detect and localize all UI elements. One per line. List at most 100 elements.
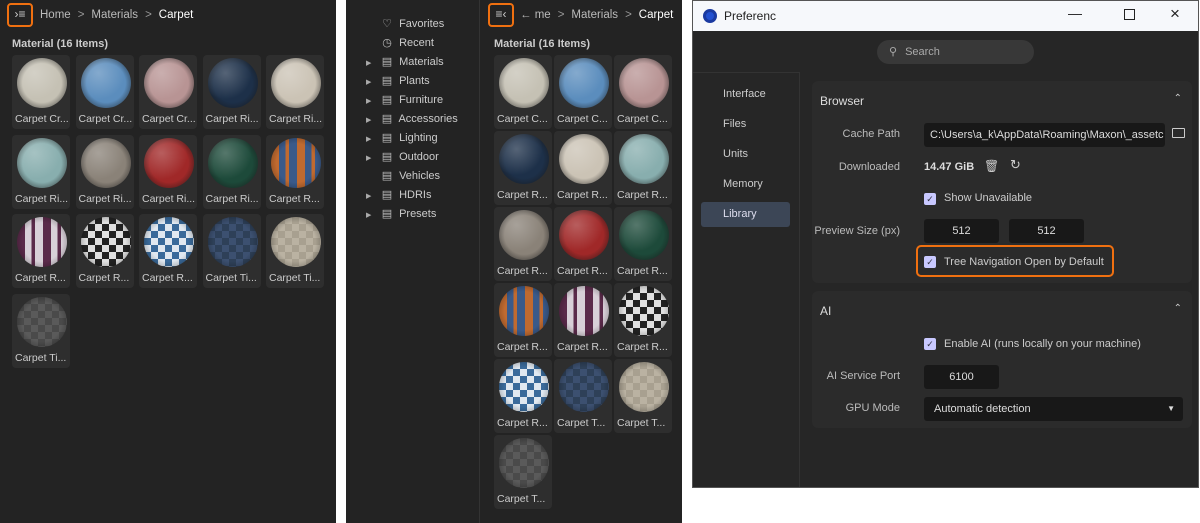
preview-width-field[interactable]: 512 (924, 219, 999, 243)
material-tile[interactable]: Carpet Ri... (12, 134, 70, 209)
tree-toggle-button[interactable]: ≡‹ (488, 3, 514, 27)
material-label: Carpet Ri... (269, 113, 323, 125)
material-preview (17, 217, 67, 267)
expand-arrow-icon[interactable]: ▶ (366, 78, 378, 86)
material-tile[interactable]: Carpet Ri... (75, 134, 134, 209)
folder-icon[interactable] (1172, 128, 1185, 138)
sidebar-item-files[interactable]: Files (701, 112, 790, 137)
tree-item-presets[interactable]: ▶ ▤ Presets (366, 207, 436, 225)
material-tile[interactable]: Carpet C... (554, 55, 612, 129)
tree-item-materials[interactable]: ▶ ▤ Materials (366, 55, 444, 73)
material-tile[interactable]: Carpet R... (554, 207, 612, 281)
sidebar-item-library[interactable]: Library (701, 202, 790, 227)
maximize-button[interactable] (1124, 9, 1135, 20)
breadcrumb-current: Carpet (158, 9, 194, 21)
enable-ai-checkbox[interactable]: ✓ (924, 338, 936, 350)
material-label: Carpet T... (617, 417, 666, 429)
material-tile[interactable]: Carpet R... (494, 359, 552, 433)
collapse-chevron-icon[interactable]: ⌃ (1174, 303, 1182, 314)
breadcrumb-home[interactable]: Home (40, 9, 71, 21)
ai-port-field[interactable]: 6100 (924, 365, 999, 389)
tree-item-recent[interactable]: ◷ Recent (366, 36, 434, 54)
breadcrumb-materials[interactable]: Materials (571, 9, 618, 21)
material-tile[interactable]: Carpet Ti... (12, 293, 70, 368)
collapse-tree-icon: ≡‹ (495, 7, 507, 21)
close-button[interactable]: × (1170, 4, 1180, 24)
material-tile[interactable]: Carpet R... (494, 131, 552, 205)
material-tile[interactable]: Carpet R... (614, 283, 672, 357)
material-tile[interactable]: Carpet T... (614, 359, 672, 433)
expand-arrow-icon[interactable]: ▶ (366, 59, 378, 67)
material-preview (271, 217, 321, 267)
expand-arrow-icon[interactable]: ▶ (366, 211, 378, 219)
material-tile[interactable]: Carpet R... (554, 283, 612, 357)
expand-arrow-icon[interactable]: ▶ (366, 192, 378, 200)
material-tile[interactable]: Carpet R... (494, 283, 552, 357)
search-input[interactable]: ⚲ Search (877, 40, 1034, 64)
back-arrow-icon[interactable]: ← (520, 9, 535, 21)
material-preview (207, 58, 258, 108)
database-icon: ▤ (381, 189, 393, 201)
sidebar-item-units[interactable]: Units (701, 142, 790, 167)
material-tile[interactable]: Carpet Cr... (12, 55, 70, 129)
material-tile[interactable]: Carpet Ri... (139, 134, 197, 209)
dropdown-arrow-icon: ▼ (1167, 404, 1175, 413)
tree-navigation-checkbox[interactable]: ✓ (924, 256, 936, 268)
material-tile[interactable]: Carpet Ri... (202, 134, 261, 209)
preview-height-field[interactable]: 512 (1009, 219, 1084, 243)
expand-arrow-icon[interactable]: ▶ (366, 116, 378, 124)
material-tile[interactable]: Carpet Ri... (202, 55, 261, 129)
tree-item-accessories[interactable]: ▶ ▤ Accessories (366, 112, 458, 130)
sidebar-item-interface[interactable]: Interface (701, 82, 790, 107)
material-label: Carpet R... (15, 272, 66, 284)
sidebar-item-memory[interactable]: Memory (701, 172, 790, 197)
tree-item-lighting[interactable]: ▶ ▤ Lighting (366, 131, 438, 149)
material-tile[interactable]: Carpet C... (494, 55, 552, 129)
collapse-chevron-icon[interactable]: ⌃ (1174, 93, 1182, 104)
material-tile[interactable]: Carpet R... (614, 207, 672, 281)
trash-icon[interactable]: 🗑 (984, 159, 999, 173)
search-placeholder: Search (905, 46, 940, 58)
material-label: Carpet R... (617, 189, 668, 201)
ai-port-label: AI Service Port (826, 370, 900, 382)
material-tile[interactable]: Carpet R... (614, 131, 672, 205)
material-tile[interactable]: Carpet T... (494, 435, 552, 509)
material-tile[interactable]: Carpet Ti... (202, 214, 261, 288)
material-tile[interactable]: Carpet Ri... (266, 55, 324, 129)
material-tile[interactable]: Carpet R... (75, 214, 134, 288)
tree-item-vehicles[interactable]: ▤ Vehicles (366, 169, 440, 187)
tree-item-favorites[interactable]: ♡ Favorites (366, 17, 444, 35)
tree-navigation-label: Tree Navigation Open by Default (944, 256, 1104, 268)
breadcrumb-home[interactable]: me (535, 9, 551, 21)
breadcrumb-materials[interactable]: Materials (91, 9, 138, 21)
material-tile[interactable]: Carpet T... (554, 359, 612, 433)
expand-arrow-icon[interactable]: ▶ (366, 154, 378, 162)
material-tile[interactable]: Carpet R... (139, 214, 197, 288)
tree-item-plants[interactable]: ▶ ▤ Plants (366, 74, 430, 92)
tree-item-furniture[interactable]: ▶ ▤ Furniture (366, 93, 443, 111)
material-tile[interactable]: Carpet R... (12, 214, 70, 288)
material-label: Carpet R... (497, 189, 548, 201)
gpu-mode-select[interactable]: Automatic detection ▼ (924, 397, 1183, 421)
tree-item-outdoor[interactable]: ▶ ▤ Outdoor (366, 150, 439, 168)
material-label: Carpet Ri... (142, 192, 196, 205)
tree-item-label: Plants (399, 75, 430, 87)
show-unavailable-checkbox[interactable]: ✓ (924, 193, 936, 205)
material-tile[interactable]: Carpet Cr... (75, 55, 134, 129)
minimize-button[interactable]: — (1068, 5, 1082, 21)
material-tile[interactable]: Carpet Ti... (266, 214, 324, 288)
expand-arrow-icon[interactable]: ▶ (366, 97, 378, 105)
cache-path-field[interactable]: C:\Users\a_k\AppData\Roaming\Maxon\_asse… (924, 123, 1165, 147)
tree-item-hdris[interactable]: ▶ ▤ HDRIs (366, 188, 431, 206)
material-tile[interactable]: Carpet C... (614, 55, 672, 129)
tree-toggle-button[interactable]: ›≡ (7, 3, 33, 27)
material-tile[interactable]: Carpet R... (266, 134, 324, 209)
refresh-icon[interactable]: ↻ (1010, 157, 1021, 173)
material-tile[interactable]: Carpet Cr... (139, 55, 197, 129)
expand-tree-icon: ›≡ (14, 7, 26, 21)
material-label: Carpet Ri... (15, 192, 69, 205)
material-tile[interactable]: Carpet R... (494, 207, 552, 281)
material-tile[interactable]: Carpet R... (554, 131, 612, 205)
material-label: Carpet C... (497, 113, 548, 125)
expand-arrow-icon[interactable]: ▶ (366, 135, 378, 143)
